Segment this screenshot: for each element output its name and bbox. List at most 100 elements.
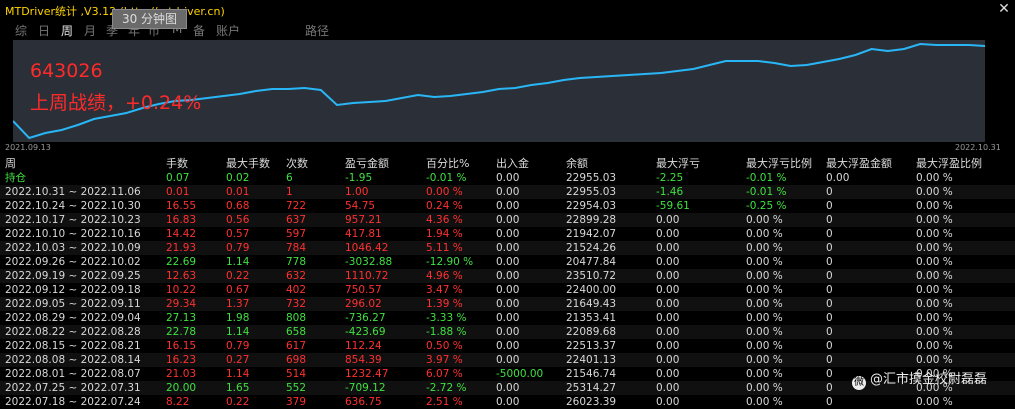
column-header[interactable]: 盈亏金额 — [345, 157, 389, 171]
table-cell: 0 — [826, 298, 833, 310]
tab-overview[interactable]: 综 — [15, 22, 27, 39]
table-cell: 3.47 % — [426, 284, 463, 296]
column-header[interactable]: 最大手数 — [226, 157, 270, 171]
table-cell: 514 — [286, 368, 307, 380]
table-row[interactable]: 2022.07.18 ~ 2022.07.24 8.22 0.22 379 636.75… — [0, 395, 1015, 409]
table-cell: 0.00 — [496, 326, 520, 338]
table-cell: 732 — [286, 298, 307, 310]
chart-end-date: 2022.10.31 — [955, 143, 1001, 152]
table-cell: 0 — [826, 242, 833, 254]
table-cell: 1.98 — [226, 312, 250, 324]
table-cell: 0.00 % — [746, 256, 783, 268]
column-header[interactable]: 最大浮亏 — [656, 157, 700, 171]
table-cell: -2.72 % — [426, 382, 467, 394]
table-cell: 21649.43 — [566, 298, 617, 310]
table-row[interactable]: 2022.10.24 ~ 2022.10.30 16.55 0.68 722 54.75… — [0, 199, 1015, 213]
column-header[interactable]: 百分比% — [426, 157, 469, 171]
table-cell: 21546.74 — [566, 368, 617, 380]
table-cell: 23510.72 — [566, 270, 617, 282]
tab-day[interactable]: 日 — [38, 22, 50, 39]
tab-account[interactable]: 账户 — [216, 22, 240, 39]
table-row[interactable]: 2022.08.15 ~ 2022.08.21 16.15 0.79 617 112.2… — [0, 339, 1015, 353]
table-row[interactable]: 2022.09.19 ~ 2022.09.25 12.63 0.22 632 1110.… — [0, 269, 1015, 283]
table-cell: 0.00 % — [746, 312, 783, 324]
table-cell: 6.07 % — [426, 368, 463, 380]
close-icon[interactable]: ✕ — [995, 0, 1013, 18]
table-cell: 0.67 — [226, 284, 250, 296]
table-cell: 2022.10.24 ~ 2022.10.30 — [5, 200, 141, 212]
table-cell: 0.00 — [656, 312, 680, 324]
performance-value: 643026 — [30, 60, 103, 82]
table-cell: 16.23 — [166, 354, 197, 366]
table-cell: 0.22 — [226, 396, 250, 408]
table-cell: 29.34 — [166, 298, 197, 310]
table-cell: -3.33 % — [426, 312, 467, 324]
table-cell: 0 — [826, 354, 833, 366]
tab-notes[interactable]: 备 — [193, 22, 205, 39]
table-cell: 6 — [286, 172, 293, 184]
table-row[interactable]: 2022.10.31 ~ 2022.11.06 0.01 0.01 1 1.00 0.00… — [0, 185, 1015, 199]
tab-path[interactable]: 路径 — [305, 22, 329, 39]
table-cell: 0.00 — [496, 382, 520, 394]
table-cell: 0.01 — [166, 186, 190, 198]
table-cell: 808 — [286, 312, 307, 324]
table-cell: 0.00 % — [916, 298, 953, 310]
table-cell: -709.12 — [345, 382, 386, 394]
table-cell: -0.25 % — [746, 200, 787, 212]
table-cell: 0.22 — [226, 270, 250, 282]
column-header[interactable]: 出入金 — [496, 157, 529, 171]
table-row[interactable]: 2022.08.22 ~ 2022.08.28 22.78 1.14 658 -423.… — [0, 325, 1015, 339]
column-header[interactable]: 周 — [5, 157, 16, 171]
table-row[interactable]: 2022.08.29 ~ 2022.09.04 27.13 1.98 808 -736.… — [0, 311, 1015, 325]
table-cell: 0.00 % — [916, 256, 953, 268]
column-header[interactable]: 最大浮亏比例 — [746, 157, 812, 171]
table-cell: 22954.03 — [566, 200, 617, 212]
table-cell: 0.00 — [496, 298, 520, 310]
table-row[interactable]: 2022.10.10 ~ 2022.10.16 14.42 0.57 597 417.8… — [0, 227, 1015, 241]
table-cell: 0.00 % — [746, 326, 783, 338]
table-cell: -59.61 — [656, 200, 690, 212]
table-row[interactable]: 2022.10.17 ~ 2022.10.23 16.83 0.56 637 957.2… — [0, 213, 1015, 227]
table-cell: 0.00 % — [746, 242, 783, 254]
table-cell: 417.81 — [345, 228, 382, 240]
column-header[interactable]: 次数 — [286, 157, 308, 171]
table-cell: 0.00 % — [916, 200, 953, 212]
holding-row[interactable]: 持仓 0.07 0.02 6 -1.95 -0.01 % 0.00 22955.03 -2.25… — [0, 171, 1015, 185]
table-cell: 5.11 % — [426, 242, 463, 254]
table-cell: 21.03 — [166, 368, 197, 380]
table-cell: 0.27 — [226, 354, 250, 366]
table-cell: 0.00 — [656, 354, 680, 366]
table-cell: 0 — [826, 256, 833, 268]
tab-month[interactable]: 月 — [84, 22, 96, 39]
table-cell: -5000.00 — [496, 368, 544, 380]
column-header[interactable]: 最大浮盈金额 — [826, 157, 892, 171]
table-cell: 636.75 — [345, 396, 382, 408]
table-cell: -0.01 % — [426, 172, 467, 184]
column-header[interactable]: 手数 — [166, 157, 188, 171]
table-row[interactable]: 2022.09.26 ~ 2022.10.02 22.69 1.14 778 -3032… — [0, 255, 1015, 269]
table-cell: 0.00 — [496, 312, 520, 324]
table-cell: -2.25 — [656, 172, 684, 184]
table-cell: 1.14 — [226, 326, 250, 338]
table-cell: 632 — [286, 270, 307, 282]
watermark: 微 @汇市摸金校尉磊磊 — [852, 368, 987, 390]
table-cell: 0.00 — [656, 396, 680, 408]
table-cell: 2022.08.01 ~ 2022.08.07 — [5, 368, 141, 380]
table-row[interactable]: 2022.08.08 ~ 2022.08.14 16.23 0.27 698 854.3… — [0, 353, 1015, 367]
table-cell: 2022.10.03 ~ 2022.10.09 — [5, 242, 141, 254]
table-cell: -1.95 — [345, 172, 373, 184]
table-cell: -736.27 — [345, 312, 386, 324]
column-header[interactable]: 余额 — [566, 157, 588, 171]
table-cell: 27.13 — [166, 312, 197, 324]
table-row[interactable]: 2022.09.05 ~ 2022.09.11 29.34 1.37 732 296.0… — [0, 297, 1015, 311]
column-header[interactable]: 最大浮盈比例 — [916, 157, 982, 171]
table-cell: 637 — [286, 214, 307, 226]
tab-week[interactable]: 周 — [61, 22, 73, 39]
table-row[interactable]: 2022.10.03 ~ 2022.10.09 21.93 0.79 784 1046.… — [0, 241, 1015, 255]
table-cell: 0.00 % — [746, 298, 783, 310]
table-cell: 0 — [826, 382, 833, 394]
table-cell: 0.00 — [656, 242, 680, 254]
table-row[interactable]: 2022.09.12 ~ 2022.09.18 10.22 0.67 402 750.5… — [0, 283, 1015, 297]
table-cell: 0.50 % — [426, 340, 463, 352]
table-cell: 0.00 % — [746, 340, 783, 352]
